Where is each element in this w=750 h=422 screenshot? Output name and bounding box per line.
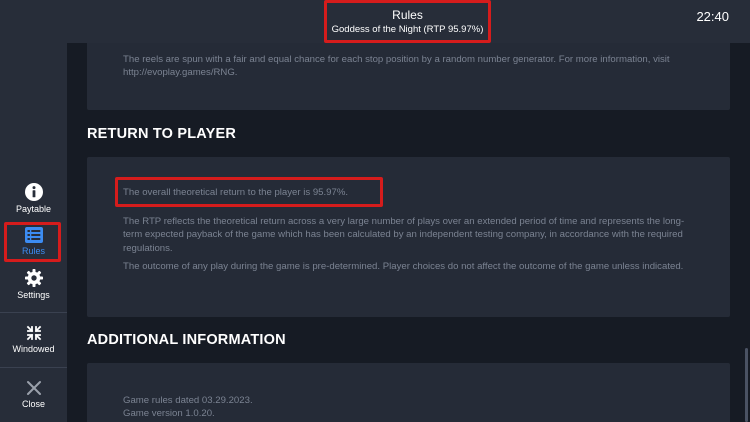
sidebar-item-label: Close bbox=[21, 399, 45, 409]
sidebar-item-windowed[interactable]: Windowed bbox=[0, 325, 67, 354]
rng-text: The reels are spun with a fair and equal… bbox=[123, 54, 670, 79]
sidebar-item-label: Settings bbox=[17, 290, 50, 300]
rtp-outcome: The outcome of any play during the game … bbox=[123, 261, 684, 272]
sidebar-item-close[interactable]: Close bbox=[0, 380, 67, 409]
page-title: Rules bbox=[392, 7, 423, 22]
rules-content[interactable]: The reels are spun with a fair and equal… bbox=[67, 43, 750, 422]
gear-icon bbox=[24, 269, 43, 287]
additional-heading: ADDITIONAL INFORMATION bbox=[87, 332, 286, 348]
rules-date: Game rules dated 03.29.2023. bbox=[123, 395, 253, 406]
sidebar-item-settings[interactable]: Settings bbox=[0, 269, 67, 300]
info-icon bbox=[24, 183, 43, 201]
rtp-heading: RETURN TO PLAYER bbox=[87, 126, 237, 142]
sidebar-divider bbox=[0, 367, 67, 368]
sidebar-item-label: Paytable bbox=[15, 204, 52, 214]
title-highlight-frame: Rules Goddess of the Night (RTP 95.97%) bbox=[324, 0, 491, 43]
sidebar-item-label: Windowed bbox=[12, 344, 55, 354]
close-icon bbox=[26, 381, 41, 395]
rtp-description: The RTP reflects the theoretical return … bbox=[123, 216, 685, 254]
rng-panel: The reels are spun with a fair and equal… bbox=[87, 43, 730, 110]
scrollbar[interactable] bbox=[745, 348, 748, 422]
game-subtitle: Goddess of the Night (RTP 95.97%) bbox=[331, 23, 484, 35]
collapse-icon bbox=[26, 325, 41, 341]
rtp-highlight-frame bbox=[115, 177, 383, 207]
sidebar-item-paytable[interactable]: Paytable bbox=[0, 183, 67, 214]
game-version: Game version 1.0.20. bbox=[123, 408, 215, 419]
sidebar-divider bbox=[0, 312, 67, 313]
header: Rules Goddess of the Night (RTP 95.97%) … bbox=[67, 0, 750, 43]
rules-highlight-frame bbox=[4, 222, 61, 262]
clock: 22:40 bbox=[696, 9, 729, 24]
sidebar: Paytable Rules Settings Windowed Close bbox=[0, 0, 67, 422]
